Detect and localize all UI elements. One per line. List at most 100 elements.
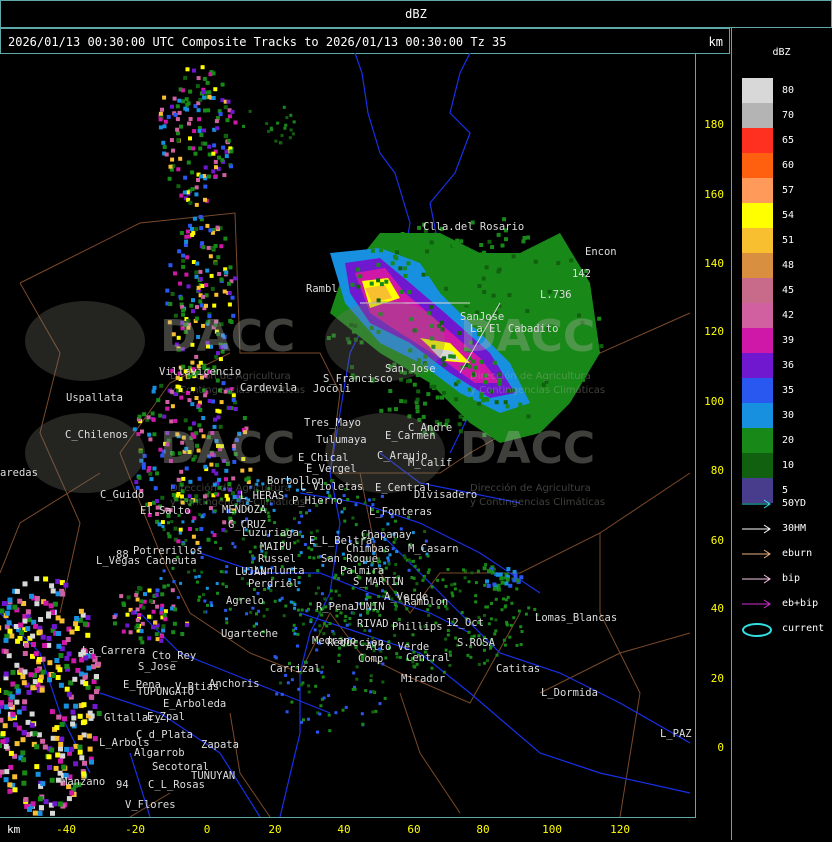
radar-echo	[364, 689, 368, 693]
radar-echo	[508, 583, 513, 588]
city-label: Luzuriaga	[242, 527, 299, 539]
radar-echo	[56, 631, 61, 636]
radar-echo	[207, 144, 212, 149]
legend-value: 45	[782, 285, 795, 296]
city-label: Catitas	[496, 663, 541, 675]
city-label: Carrizal	[270, 663, 321, 675]
radar-echo	[393, 603, 397, 607]
city-label: MAIPU	[260, 541, 292, 553]
radar-echo	[369, 281, 374, 286]
legend-track-label: current	[782, 623, 825, 634]
radar-echo	[172, 621, 177, 626]
legend-level: 36	[742, 353, 832, 378]
radar-echo	[224, 477, 228, 482]
radar-echo	[267, 129, 271, 133]
city-label: P_Hierro	[292, 495, 343, 507]
radar-echo	[171, 630, 176, 635]
radar-echo	[560, 305, 564, 310]
radar-echo	[8, 702, 13, 708]
radar-echo	[422, 577, 426, 581]
radar-echo	[307, 717, 310, 721]
radar-echo	[309, 618, 313, 622]
city-label: L_PAZ	[660, 728, 692, 740]
radar-echo	[516, 292, 521, 297]
legend-level: 60	[742, 153, 832, 178]
radar-echo	[369, 690, 373, 694]
radar-echo	[487, 569, 491, 574]
legend-level: 48	[742, 253, 832, 278]
legend-swatch	[742, 78, 773, 103]
radar-echo	[444, 637, 448, 641]
radar-echo	[59, 618, 65, 624]
y-axis: 180 160 140 120 100 80 60 40 20 0	[696, 53, 728, 817]
radar-echo	[32, 810, 38, 816]
radar-echo	[151, 609, 156, 614]
radar-echo	[407, 558, 411, 562]
radar-echo	[196, 403, 201, 408]
radar-echo	[359, 613, 362, 617]
radar-echo	[181, 253, 186, 258]
radar-echo	[160, 634, 165, 639]
radar-echo	[295, 488, 299, 492]
radar-echo	[484, 605, 488, 609]
radar-echo	[201, 294, 206, 299]
radar-echo	[70, 709, 76, 715]
radar-echo	[484, 265, 489, 270]
legend-track-label: 50YD	[782, 498, 807, 509]
radar-echo	[280, 134, 284, 137]
radar-echo	[49, 747, 55, 753]
radar-echo	[190, 170, 195, 175]
radar-echo	[186, 284, 191, 289]
radar-echo	[176, 131, 180, 136]
radar-map[interactable]: DACC Dirección de Agricultura y Contingenc…	[0, 53, 696, 818]
radar-echo	[495, 256, 500, 261]
radar-echo	[423, 530, 427, 533]
city-label: Zapata	[201, 739, 239, 751]
radar-echo	[202, 76, 207, 81]
radar-echo	[173, 271, 177, 276]
x-tick-label: -20	[125, 823, 145, 836]
radar-echo	[465, 406, 470, 411]
radar-echo	[273, 521, 277, 525]
radar-echo	[79, 755, 85, 761]
legend-level: 65	[742, 128, 832, 153]
radar-echo	[351, 516, 355, 520]
radar-echo	[425, 249, 430, 254]
radar-echo	[337, 653, 341, 657]
radar-echo	[170, 157, 175, 162]
radar-echo	[172, 96, 177, 101]
radar-echo	[57, 667, 63, 673]
radar-echo	[200, 284, 205, 288]
radar-echo	[345, 623, 349, 627]
radar-echo	[298, 613, 302, 617]
radar-echo	[427, 613, 431, 617]
radar-echo	[328, 729, 332, 733]
radar-echo	[216, 255, 221, 260]
radar-echo	[170, 588, 175, 593]
radar-echo	[251, 606, 255, 610]
legend-swatch	[742, 253, 773, 278]
radar-echo	[55, 752, 61, 758]
city-label: Tulumaya	[316, 434, 367, 446]
radar-echo	[248, 550, 252, 554]
radar-echo	[85, 632, 91, 638]
radar-echo	[278, 598, 282, 602]
radar-echo	[43, 576, 49, 582]
radar-echo	[429, 305, 433, 310]
radar-echo	[162, 95, 167, 100]
radar-echo	[184, 97, 189, 102]
radar-echo	[454, 397, 459, 402]
radar-echo	[53, 765, 59, 771]
radar-echo	[137, 586, 142, 590]
radar-echo	[49, 583, 55, 589]
city-label: Lunlunta	[254, 565, 305, 577]
radar-echo	[280, 692, 284, 696]
radar-echo	[66, 796, 72, 802]
radar-echo	[399, 289, 403, 294]
radar-echo	[558, 271, 563, 276]
watermark-line2: y Contingencias Climáticas	[470, 497, 606, 508]
radar-echo	[515, 643, 519, 647]
header-title: 2026/01/13 00:30:00 UTC Composite Tracks…	[8, 35, 507, 49]
radar-echo	[458, 414, 463, 419]
city-label: MENDOZA	[222, 504, 267, 516]
